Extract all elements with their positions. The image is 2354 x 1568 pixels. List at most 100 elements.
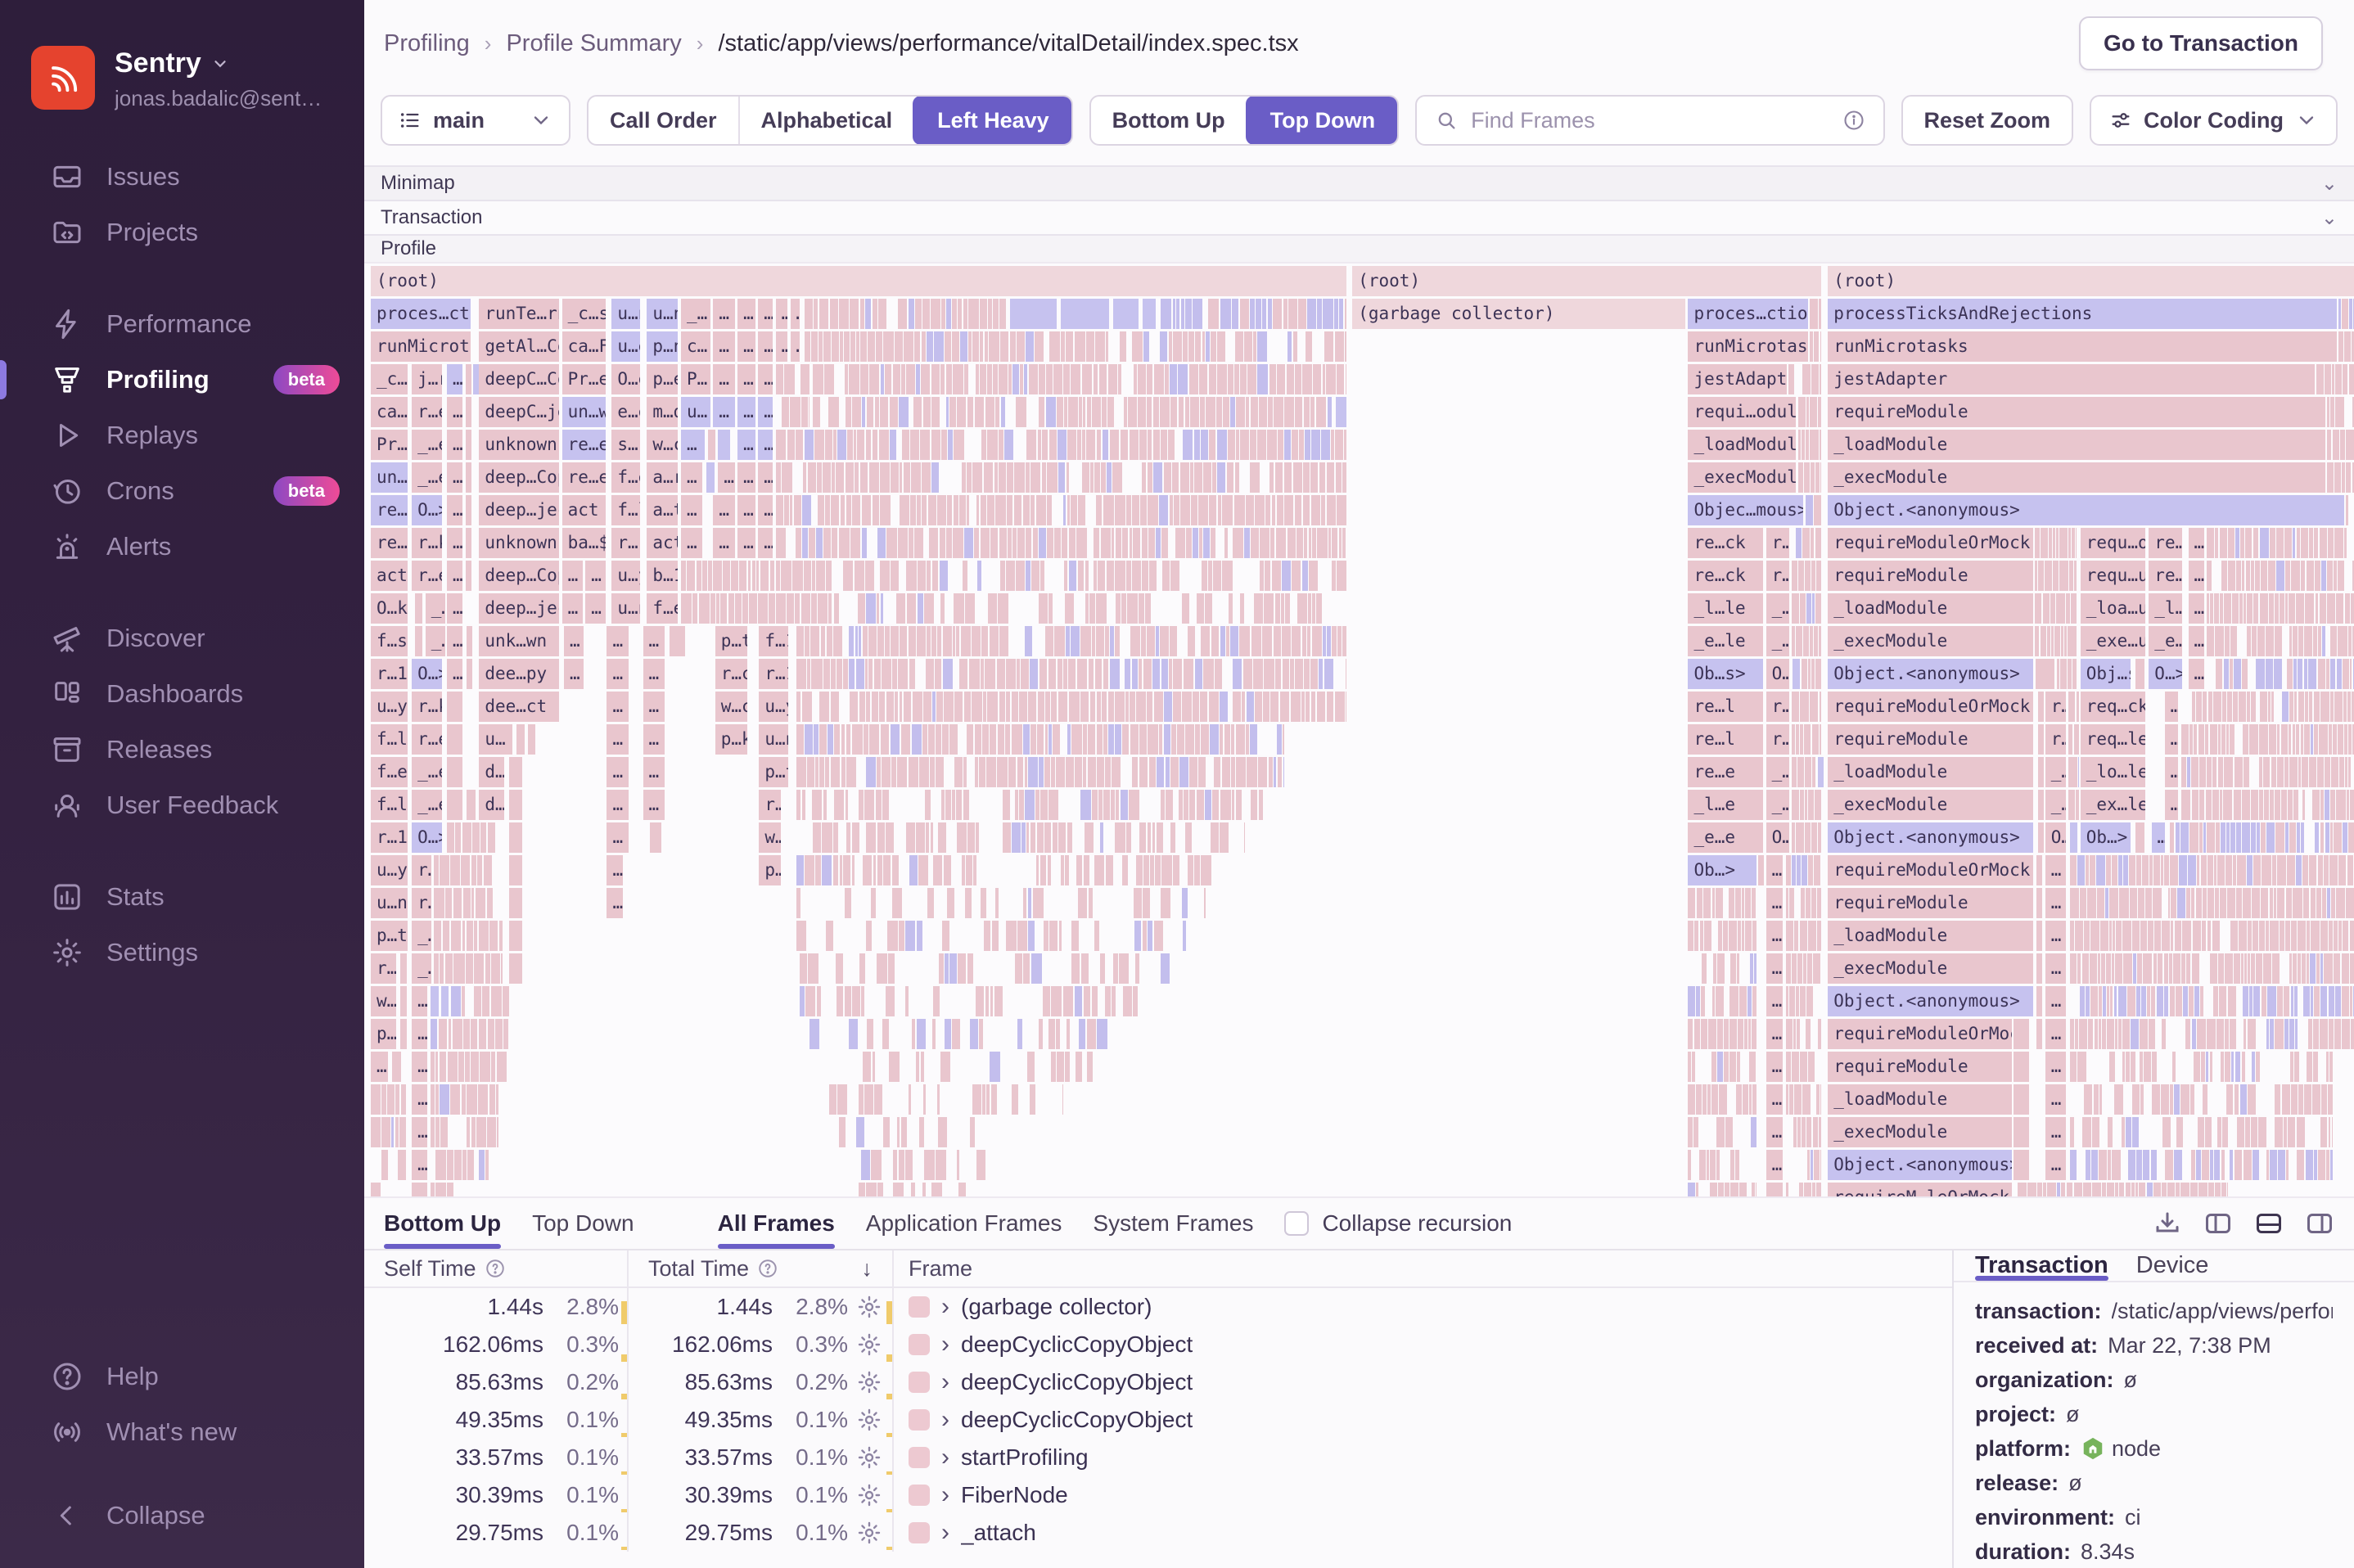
- flame-cell[interactable]: …: [681, 430, 705, 460]
- table-row[interactable]: 1.44s2.8%1.44s2.8%›(garbage collector): [364, 1288, 1952, 1326]
- flame-cell[interactable]: processTicksAndRejections: [1828, 299, 2337, 329]
- column-header-frame[interactable]: Frame: [894, 1250, 1952, 1286]
- flame-cell[interactable]: _…: [2045, 790, 2067, 820]
- flame-cell[interactable]: requireModule: [1828, 888, 2033, 918]
- flame-cell[interactable]: r…1: [759, 659, 788, 689]
- flame-cell[interactable]: …: [681, 462, 702, 493]
- flame-cell[interactable]: …: [2189, 561, 2204, 591]
- flame-cell[interactable]: [2038, 790, 2044, 820]
- flame-cell[interactable]: Ob…s>: [1688, 659, 1763, 689]
- flame-cell[interactable]: …: [776, 331, 787, 362]
- flame-cell[interactable]: _loa…ule: [2081, 593, 2145, 624]
- sidebar-item-releases[interactable]: Releases: [0, 722, 364, 777]
- flame-cell[interactable]: …: [713, 495, 734, 525]
- flame-cell[interactable]: Objec…mous>: [1688, 495, 1803, 525]
- flame-cell[interactable]: …: [447, 364, 462, 394]
- flame-cell[interactable]: u…y: [611, 561, 640, 591]
- flame-cell[interactable]: [392, 1052, 401, 1082]
- flame-cell[interactable]: [447, 692, 462, 722]
- flame-cell[interactable]: …: [607, 692, 628, 722]
- sidebar-item-replays[interactable]: Replays: [0, 408, 364, 463]
- direction-top-down[interactable]: Top Down: [1246, 96, 1398, 145]
- flame-cell[interactable]: …: [791, 331, 800, 362]
- flame-cell[interactable]: O…>: [412, 822, 442, 853]
- sidebar-item-discover[interactable]: Discover: [0, 611, 364, 666]
- flame-cell[interactable]: f…l: [611, 495, 640, 525]
- flame-cell[interactable]: [509, 921, 521, 951]
- flame-cell[interactable]: _l…e: [1688, 790, 1763, 820]
- expand-chevron-icon[interactable]: ›: [941, 1293, 949, 1321]
- flame-cell[interactable]: _…: [681, 299, 710, 329]
- flame-cell[interactable]: requireModuleOrMock: [1828, 1019, 2012, 1049]
- flame-cell[interactable]: [2038, 822, 2044, 853]
- frame-cell[interactable]: ›deepCyclicCopyObject: [894, 1326, 1952, 1363]
- flame-cell[interactable]: [2036, 888, 2042, 918]
- flame-cell[interactable]: runMicrotasks: [1688, 331, 1808, 362]
- flame-cell[interactable]: [706, 462, 715, 493]
- frame-cell[interactable]: ›(garbage collector): [894, 1288, 1952, 1326]
- flame-cell[interactable]: _l…e: [2149, 593, 2181, 624]
- flame-cell[interactable]: [447, 724, 462, 755]
- frame-cell[interactable]: ›FiberNode: [894, 1476, 1952, 1514]
- flame-cell[interactable]: d…: [479, 757, 504, 787]
- flame-cell[interactable]: …: [1766, 1117, 1784, 1147]
- flame-cell[interactable]: u…n: [611, 593, 640, 624]
- flame-cell[interactable]: w…c: [715, 692, 747, 722]
- flame-cell[interactable]: [466, 430, 471, 460]
- flame-cell[interactable]: _loadModule: [1828, 1084, 2012, 1115]
- flame-cell[interactable]: [2014, 1052, 2029, 1082]
- flame-cell[interactable]: …: [643, 724, 665, 755]
- flame-cell[interactable]: …: [681, 528, 702, 558]
- flame-cell[interactable]: r…k: [412, 528, 442, 558]
- flame-cell[interactable]: Object.<anonymous>: [1828, 659, 2033, 689]
- flame-cell[interactable]: [509, 855, 521, 885]
- flame-cell[interactable]: r…: [759, 790, 780, 820]
- flame-cell[interactable]: deep…ject: [479, 495, 559, 525]
- flame-cell[interactable]: w…: [371, 986, 396, 1016]
- flame-cell[interactable]: …: [2165, 724, 2179, 755]
- table-row[interactable]: 85.63ms0.2%85.63ms0.2%›deepCyclicCopyObj…: [364, 1363, 1952, 1401]
- flame-cell[interactable]: requireModule: [1828, 1052, 2012, 1082]
- gear-icon[interactable]: [856, 1482, 882, 1508]
- flame-cell[interactable]: r…: [2045, 692, 2067, 722]
- flame-cell[interactable]: …: [2045, 1019, 2067, 1049]
- flame-cell[interactable]: u…: [479, 724, 512, 755]
- flame-cell[interactable]: requireModuleOrMock: [1828, 692, 2033, 722]
- flame-cell[interactable]: Object.<anonymous>: [1828, 1150, 2012, 1180]
- flame-cell[interactable]: …: [2045, 921, 2067, 951]
- flame-cell[interactable]: [467, 659, 472, 689]
- flame-cell[interactable]: _…: [1766, 790, 1790, 820]
- flame-cell[interactable]: …: [2165, 692, 2179, 722]
- flame-cell[interactable]: [509, 888, 521, 918]
- flame-cell[interactable]: …: [713, 364, 734, 394]
- flame-cell[interactable]: proces…ctions: [371, 299, 471, 329]
- flame-cell[interactable]: _loadModule: [1828, 593, 2033, 624]
- sort-left-heavy[interactable]: Left Heavy: [913, 96, 1072, 145]
- flame-cell[interactable]: …: [585, 561, 606, 591]
- flame-cell[interactable]: …: [564, 626, 584, 656]
- flame-cell[interactable]: Pr…ed: [562, 364, 607, 394]
- flame-cell[interactable]: u…n: [611, 299, 640, 329]
- flame-cell[interactable]: …: [1766, 888, 1784, 918]
- color-coding-dropdown[interactable]: Color Coding: [2090, 95, 2338, 146]
- flame-cell[interactable]: r…: [412, 888, 431, 918]
- flame-cell[interactable]: …: [681, 495, 702, 525]
- flame-cell[interactable]: …: [2045, 1052, 2067, 1082]
- flame-cell[interactable]: p…k: [715, 724, 747, 755]
- flame-cell[interactable]: _…e: [412, 462, 442, 493]
- flame-cell[interactable]: f…1: [759, 626, 788, 656]
- sidebar-item-performance[interactable]: Performance: [0, 296, 364, 352]
- flame-cell[interactable]: req…le: [2081, 724, 2145, 755]
- flame-cell[interactable]: [2014, 1150, 2029, 1180]
- flame-cell[interactable]: …: [1766, 1052, 1784, 1082]
- flame-cell[interactable]: Obj…s>: [2081, 659, 2131, 689]
- flame-cell[interactable]: _e…e: [2149, 626, 2181, 656]
- flame-cell[interactable]: p…t: [371, 921, 408, 951]
- table-row[interactable]: 162.06ms0.3%162.06ms0.3%›deepCyclicCopyO…: [364, 1326, 1952, 1363]
- flame-cell[interactable]: re…er: [562, 430, 607, 460]
- flame-cell[interactable]: req…ck: [2081, 692, 2145, 722]
- flame-cell[interactable]: r…e: [412, 724, 442, 755]
- flame-cell[interactable]: …: [737, 331, 755, 362]
- flame-cell[interactable]: …: [2165, 757, 2179, 787]
- flame-cell[interactable]: u…y: [371, 855, 408, 885]
